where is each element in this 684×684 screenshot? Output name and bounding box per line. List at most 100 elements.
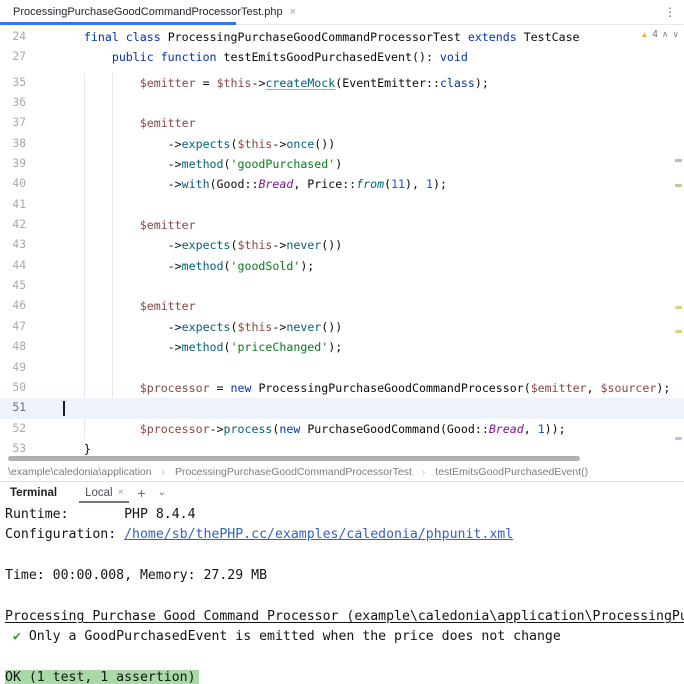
- terminal-line: [5, 587, 684, 607]
- terminal-panel-title: Terminal: [10, 487, 57, 499]
- line-number: 51: [0, 398, 26, 418]
- terminal-line: Processing Purchase Good Command Process…: [5, 607, 684, 627]
- check-icon: ✔: [5, 629, 29, 644]
- code-line[interactable]: 39 ->method('goodPurchased'): [0, 154, 684, 174]
- code-text: $emitter = $this->createMock(EventEmitte…: [26, 73, 489, 93]
- breadcrumb-item[interactable]: ProcessingPurchaseGoodCommandProcessorTe…: [175, 466, 412, 478]
- code-text: [26, 398, 56, 418]
- line-number: 44: [0, 256, 26, 276]
- line-number: 43: [0, 235, 26, 255]
- editor-tab-bar: ProcessingPurchaseGoodCommandProcessorTe…: [0, 0, 684, 25]
- code-text: [26, 93, 56, 113]
- line-number: 50: [0, 378, 26, 398]
- code-line[interactable]: 40 ->with(Good::Bread, Price::from(11), …: [0, 174, 684, 194]
- code-line[interactable]: 49: [0, 358, 684, 378]
- line-number: 39: [0, 154, 26, 174]
- tab-title: ProcessingPurchaseGoodCommandProcessorTe…: [13, 6, 283, 18]
- code-line[interactable]: 50 $processor = new ProcessingPurchaseGo…: [0, 378, 684, 398]
- terminal-line: Time: 00:00.008, Memory: 27.29 MB: [5, 566, 684, 586]
- next-problem-icon[interactable]: ∨: [672, 29, 679, 40]
- line-number: 45: [0, 276, 26, 296]
- config-file-link[interactable]: /home/sb/thePHP.cc/examples/caledonia/ph…: [124, 527, 513, 542]
- code-line[interactable]: 47 ->expects($this->never()): [0, 317, 684, 337]
- code-text: ->expects($this->once()): [26, 134, 335, 154]
- code-text: $emitter: [26, 296, 196, 316]
- line-number: 52: [0, 419, 26, 439]
- breadcrumb-separator-icon: ›: [162, 467, 165, 478]
- code-line[interactable]: 45: [0, 276, 684, 296]
- line-number: 35: [0, 73, 26, 93]
- line-number: 42: [0, 215, 26, 235]
- code-text: public function testEmitsGoodPurchasedEv…: [26, 47, 468, 67]
- code-line[interactable]: 44 ->method('goodSold');: [0, 256, 684, 276]
- stripe-mark[interactable]: [675, 437, 682, 440]
- line-number: 48: [0, 337, 26, 357]
- line-number: 41: [0, 195, 26, 215]
- code-text: $processor = new ProcessingPurchaseGoodC…: [26, 378, 670, 398]
- line-number: 24: [0, 27, 26, 47]
- breadcrumb: \example\caledonia\application › Processin…: [0, 463, 684, 481]
- code-text: [26, 276, 56, 296]
- code-text: [26, 358, 56, 378]
- terminal-tab-local[interactable]: Local ×: [79, 482, 129, 503]
- terminal-tab-close-icon[interactable]: ×: [118, 487, 124, 498]
- code-editor[interactable]: 24 final class ProcessingPurchaseGoodCom…: [0, 25, 684, 463]
- stripe-mark[interactable]: [675, 306, 682, 309]
- breadcrumb-item[interactable]: testEmitsGoodPurchasedEvent(): [435, 466, 588, 478]
- chevron-down-icon[interactable]: ⌄: [158, 487, 166, 498]
- breadcrumb-separator-icon: ›: [422, 467, 425, 478]
- tab-close-icon[interactable]: ×: [290, 6, 296, 18]
- line-number: 27: [0, 47, 26, 67]
- ide-window: ProcessingPurchaseGoodCommandProcessorTe…: [0, 0, 684, 684]
- code-line[interactable]: 35 $emitter = $this->createMock(EventEmi…: [0, 73, 684, 93]
- code-text: ->with(Good::Bread, Price::from(11), 1);: [26, 174, 447, 194]
- line-number: 46: [0, 296, 26, 316]
- code-text: final class ProcessingPurchaseGoodComman…: [26, 27, 580, 47]
- code-line[interactable]: 38 ->expects($this->once()): [0, 134, 684, 154]
- terminal-line: Runtime: PHP 8.4.4: [5, 505, 684, 525]
- code-line[interactable]: 41: [0, 195, 684, 215]
- kebab-menu-icon[interactable]: ⋮: [656, 5, 684, 19]
- stripe-mark[interactable]: [675, 159, 682, 162]
- breadcrumb-item[interactable]: \example\caledonia\application: [8, 466, 152, 478]
- code-line[interactable]: 42 $emitter: [0, 215, 684, 235]
- code-line[interactable]: 51: [0, 398, 684, 418]
- horizontal-scrollbar[interactable]: [8, 456, 580, 461]
- tab-file[interactable]: ProcessingPurchaseGoodCommandProcessorTe…: [0, 0, 236, 24]
- code-text: $emitter: [26, 113, 196, 133]
- prev-problem-icon[interactable]: ∧: [662, 29, 669, 40]
- line-number: 47: [0, 317, 26, 337]
- code-text: ->expects($this->never()): [26, 317, 342, 337]
- code-text: ->method('goodPurchased'): [26, 154, 342, 174]
- text-caret: [63, 401, 65, 416]
- terminal-line: [5, 648, 684, 668]
- stripe-mark[interactable]: [675, 184, 682, 187]
- code-line[interactable]: 43 ->expects($this->never()): [0, 235, 684, 255]
- terminal-line: Configuration: /home/sb/thePHP.cc/exampl…: [5, 525, 684, 545]
- line-number: 49: [0, 358, 26, 378]
- code-line[interactable]: 36: [0, 93, 684, 113]
- terminal-line: [5, 546, 684, 566]
- code-text: ->method('goodSold');: [26, 256, 314, 276]
- code-text: ->expects($this->never()): [26, 235, 342, 255]
- code-line[interactable]: 48 ->method('priceChanged');: [0, 337, 684, 357]
- line-number: 40: [0, 174, 26, 194]
- terminal-output[interactable]: Runtime: PHP 8.4.4Configuration: /home/s…: [0, 503, 684, 684]
- code-text: ->method('priceChanged');: [26, 337, 342, 357]
- code-line[interactable]: 46 $emitter: [0, 296, 684, 316]
- line-number: 36: [0, 93, 26, 113]
- code-line[interactable]: 37 $emitter: [0, 113, 684, 133]
- terminal-line: OK (1 test, 1 assertion): [5, 668, 684, 684]
- code-text: $emitter: [26, 215, 196, 235]
- code-line[interactable]: 27 public function testEmitsGoodPurchase…: [0, 47, 684, 67]
- code-line[interactable]: 52 $processor->process(new PurchaseGoodC…: [0, 419, 684, 439]
- warning-icon: ▲: [640, 30, 648, 39]
- inspection-widget[interactable]: ▲ 4 ∧ ∨: [640, 29, 679, 40]
- code-text: $processor->process(new PurchaseGoodComm…: [26, 419, 566, 439]
- code-line[interactable]: 24 final class ProcessingPurchaseGoodCom…: [0, 27, 684, 47]
- stripe-mark[interactable]: [675, 330, 682, 333]
- test-ok-badge: OK (1 test, 1 assertion): [5, 670, 199, 684]
- terminal-line: ✔ Only a GoodPurchasedEvent is emitted w…: [5, 627, 684, 647]
- new-terminal-icon[interactable]: +: [137, 485, 145, 501]
- warning-count: 4: [652, 29, 658, 40]
